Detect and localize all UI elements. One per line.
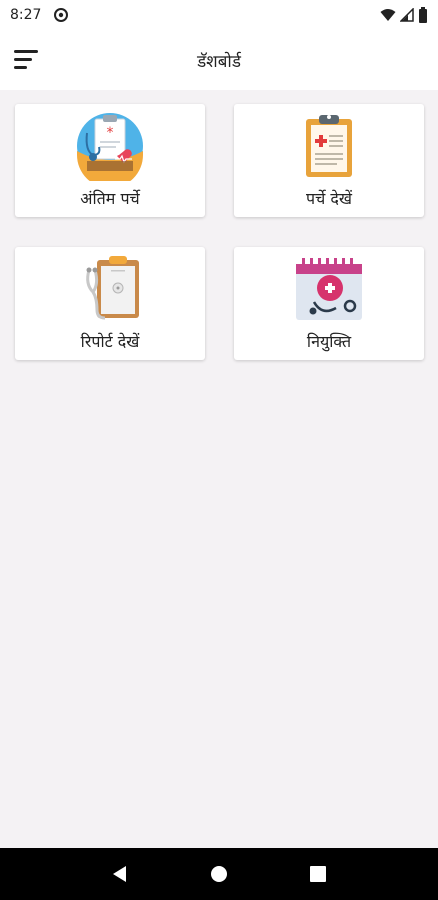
svg-text:*: *	[107, 125, 114, 141]
menu-icon[interactable]	[14, 48, 40, 72]
recents-icon	[310, 866, 327, 882]
card-label: नियुक्ति	[306, 332, 352, 351]
doctor-clipboard-icon: *	[77, 113, 143, 181]
sync-icon	[54, 8, 69, 22]
status-bar: 8:27	[0, 0, 438, 30]
card-label: पर्चे देखें	[306, 189, 352, 208]
status-time: 8:27	[10, 7, 42, 23]
view-reports-card[interactable]: रिपोर्ट देखें	[15, 247, 205, 360]
wifi-icon	[380, 9, 396, 21]
app-bar: डॅशबोर्ड	[0, 30, 438, 90]
back-button[interactable]	[105, 859, 135, 889]
calendar-appointment-icon	[296, 258, 362, 320]
signal-icon	[400, 8, 414, 22]
page-title: डॅशबोर्ड	[197, 51, 241, 72]
report-stethoscope-icon	[86, 256, 139, 320]
clipboard-icon	[306, 115, 352, 177]
card-label: अंतिम पर्चे	[80, 189, 140, 208]
battery-icon	[419, 7, 427, 23]
final-prescriptions-card[interactable]: * अंतिम पर्चे	[15, 104, 205, 217]
system-nav-bar	[0, 848, 438, 900]
home-button[interactable]	[204, 859, 234, 889]
card-label: रिपोर्ट देखें	[80, 332, 140, 351]
recents-button[interactable]	[303, 859, 333, 889]
view-prescriptions-card[interactable]: पर्चे देखें	[234, 104, 424, 217]
back-icon	[112, 866, 126, 882]
home-icon	[210, 866, 227, 882]
appointment-card[interactable]: नियुक्ति	[234, 247, 424, 360]
